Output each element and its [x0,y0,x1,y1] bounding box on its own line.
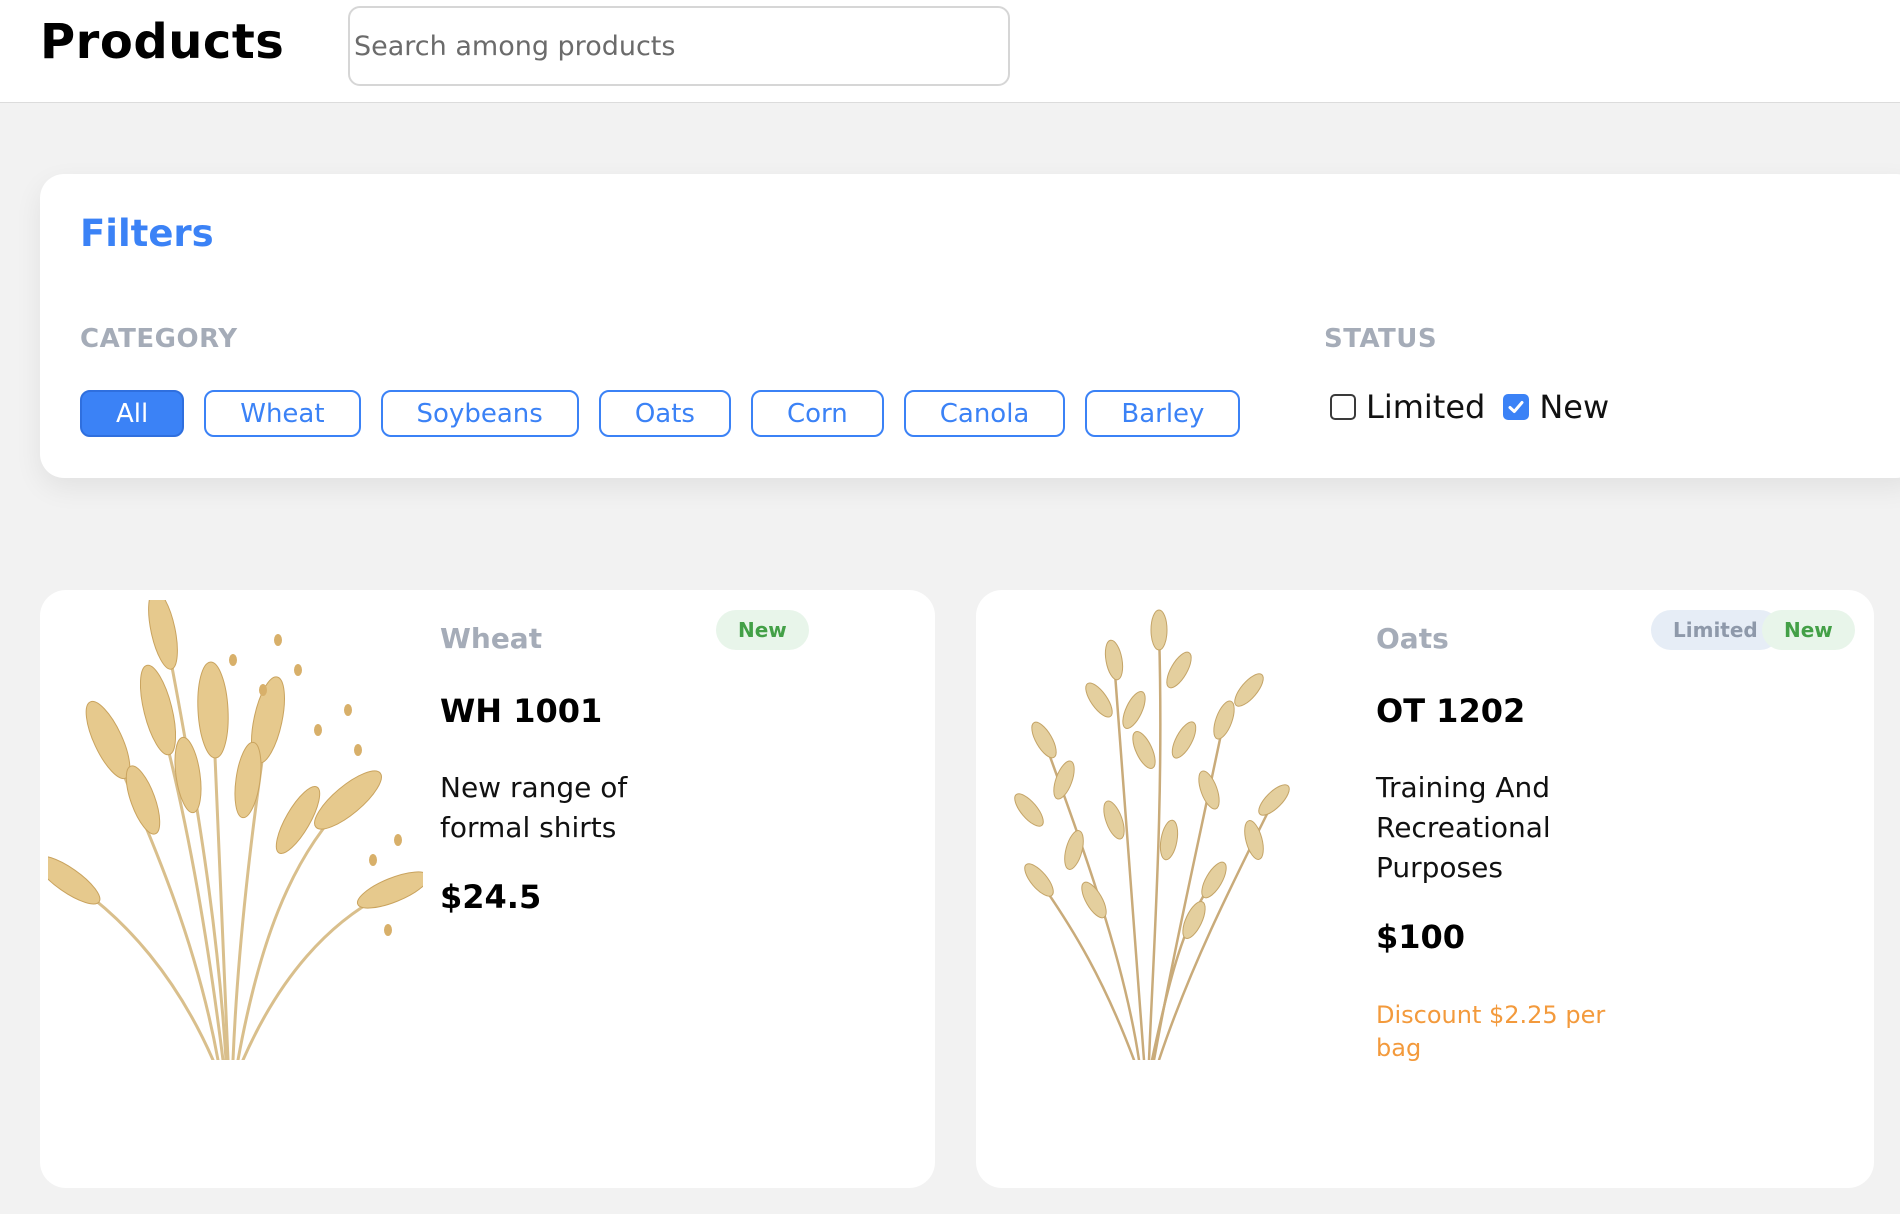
page-title: Products [40,14,285,70]
category-chip-barley[interactable]: Barley [1085,390,1241,437]
filters-panel: Filters CATEGORY All Wheat Soybeans Oats… [40,174,1900,478]
product-category: Oats [1376,622,1449,655]
category-chips: All Wheat Soybeans Oats Corn Canola Barl… [80,390,1241,437]
category-chip-all[interactable]: All [80,390,185,437]
product-code: WH 1001 [440,692,603,730]
limited-checkbox[interactable] [1330,394,1356,420]
product-card-oats[interactable]: Oats Limited New OT 1202 Training And Re… [976,590,1874,1188]
category-chip-corn[interactable]: Corn [750,390,884,437]
category-chip-wheat[interactable]: Wheat [204,390,361,437]
limited-badge: Limited [1651,610,1780,650]
checkmark-icon [1508,401,1524,413]
status-options: Limited New [1330,388,1623,426]
product-category: Wheat [440,622,543,655]
category-chip-soybeans[interactable]: Soybeans [380,390,579,437]
top-bar: Products [0,0,1900,103]
wheat-ears-image [48,600,423,1060]
product-description: New range of formal shirts [440,771,628,844]
filters-title: Filters [80,212,214,255]
product-code: OT 1202 [1376,692,1526,730]
category-chip-oats[interactable]: Oats [598,390,731,437]
discount-text: Discount $2.25 per bag [1376,1001,1606,1062]
product-price: $100 [1376,918,1466,956]
oat-stalks-image [984,600,1359,1060]
new-badge: New [716,610,809,650]
new-checkbox-label: New [1539,388,1610,426]
status-label: STATUS [1324,324,1438,354]
new-badge: New [1762,610,1855,650]
category-label: CATEGORY [80,324,238,354]
category-chip-canola[interactable]: Canola [903,390,1066,437]
limited-checkbox-label: Limited [1366,388,1486,426]
product-description: Training And Recreational Purposes [1376,771,1551,884]
search-input[interactable] [348,6,1010,86]
new-checkbox[interactable] [1503,394,1530,420]
product-card-wheat[interactable]: Wheat New WH 1001 New range of formal sh… [40,590,935,1188]
product-price: $24.5 [440,878,542,916]
